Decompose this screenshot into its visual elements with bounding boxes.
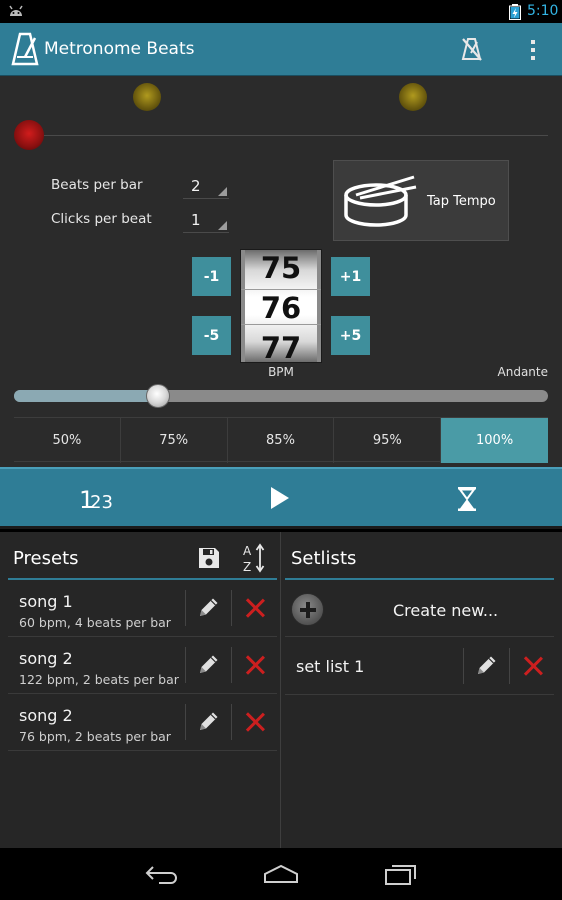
clicks-per-beat-label: Clicks per beat xyxy=(51,211,152,227)
bpm-next-value: 77 xyxy=(260,331,302,365)
svg-text:A: A xyxy=(243,544,252,558)
add-circle-icon xyxy=(291,593,324,626)
count-in-label-twothree: 23 xyxy=(90,492,113,513)
delete-preset-icon[interactable] xyxy=(245,655,265,675)
delete-preset-icon[interactable] xyxy=(245,598,265,618)
mute-metronome-icon[interactable] xyxy=(460,36,484,62)
playback-control-bar: 1 23 xyxy=(0,467,562,529)
presets-title: Presets xyxy=(13,548,79,569)
bpm-current-value: 76 xyxy=(260,291,302,325)
beat-indicator-2 xyxy=(399,83,427,111)
beats-per-bar-select[interactable]: 2 xyxy=(183,173,229,199)
setlists-list: set list 1 xyxy=(285,638,554,758)
speed-percent-2[interactable]: 85% xyxy=(228,418,335,463)
preset-description: 122 bpm, 2 beats per bar xyxy=(19,672,179,687)
minus-5-button[interactable]: -5 xyxy=(192,316,231,355)
row-separator xyxy=(231,647,232,683)
setlists-title: Setlists xyxy=(291,548,357,569)
speed-percent-4[interactable]: 100% xyxy=(441,418,548,463)
plus-1-button[interactable]: +1 xyxy=(331,257,370,296)
delete-setlist-icon[interactable] xyxy=(523,656,543,676)
bpm-label: BPM xyxy=(268,365,294,379)
preset-description: 60 bpm, 4 beats per bar xyxy=(19,615,171,630)
edit-preset-icon[interactable] xyxy=(197,709,221,733)
sort-alphabetical-icon[interactable]: A Z xyxy=(243,543,265,573)
create-setlist-label: Create new... xyxy=(393,601,499,620)
status-bar: 5:10 xyxy=(0,0,562,23)
metronome-logo-icon[interactable] xyxy=(11,32,39,66)
bpm-slider-fill xyxy=(14,390,159,402)
speed-percent-1[interactable]: 75% xyxy=(121,418,228,463)
action-bar: Metronome Beats xyxy=(0,23,562,76)
row-separator xyxy=(509,648,510,684)
presets-list: song 1 60 bpm, 4 beats per bar song 2 122 b… xyxy=(0,580,280,780)
tap-tempo-label: Tap Tempo xyxy=(427,194,496,209)
row-separator xyxy=(185,647,186,683)
back-icon[interactable] xyxy=(145,864,179,884)
recent-apps-icon[interactable] xyxy=(384,862,418,886)
indicator-divider xyxy=(44,135,548,136)
timer-hourglass-icon[interactable] xyxy=(457,486,477,512)
lists-panel: Presets A Z song 1 60 bpm, 4 beats per ba… xyxy=(0,532,562,848)
preset-row[interactable]: song 2 76 bpm, 2 beats per bar xyxy=(8,694,277,751)
minus-1-button[interactable]: -1 xyxy=(192,257,231,296)
preset-description: 76 bpm, 2 beats per bar xyxy=(19,729,171,744)
row-separator xyxy=(231,590,232,626)
edit-setlist-icon[interactable] xyxy=(475,653,499,677)
preset-row[interactable]: song 2 122 bpm, 2 beats per bar xyxy=(8,637,277,694)
row-separator xyxy=(185,704,186,740)
navigation-bar xyxy=(0,848,562,900)
status-time: 5:10 xyxy=(527,3,559,19)
tap-tempo-button[interactable]: Tap Tempo xyxy=(333,160,509,241)
bpm-slider-track[interactable] xyxy=(14,390,548,402)
beat-indicator-1 xyxy=(133,83,161,111)
svg-text:Z: Z xyxy=(243,560,251,573)
panel-divider xyxy=(280,532,281,848)
setlist-row[interactable]: set list 1 xyxy=(285,638,554,695)
overflow-menu-icon[interactable] xyxy=(526,40,540,62)
preset-name: song 2 xyxy=(19,649,73,668)
setlist-name: set list 1 xyxy=(296,657,365,676)
row-separator xyxy=(231,704,232,740)
save-preset-icon[interactable] xyxy=(198,547,220,569)
metronome-panel: Beats per bar 2 Clicks per beat 1 Tap Te… xyxy=(0,76,562,467)
plus-5-button[interactable]: +5 xyxy=(331,316,370,355)
home-icon[interactable] xyxy=(263,864,299,884)
click-indicator xyxy=(14,120,44,150)
speed-percent-3[interactable]: 95% xyxy=(334,418,442,463)
clicks-per-beat-select[interactable]: 1 xyxy=(183,207,229,233)
row-separator xyxy=(185,590,186,626)
app-title: Metronome Beats xyxy=(44,39,195,59)
battery-charging-icon xyxy=(509,4,521,20)
bpm-picker[interactable]: 75 76 77 xyxy=(240,249,322,365)
delete-preset-icon[interactable] xyxy=(245,712,265,732)
android-notification-icon xyxy=(9,5,23,16)
row-separator xyxy=(463,648,464,684)
preset-name: song 2 xyxy=(19,706,73,725)
create-setlist-button[interactable]: Create new... xyxy=(285,580,554,637)
tempo-name: Andante xyxy=(497,365,548,379)
edit-preset-icon[interactable] xyxy=(197,652,221,676)
speed-percent-0[interactable]: 50% xyxy=(14,418,121,463)
preset-name: song 1 xyxy=(19,592,73,611)
speed-percent-bar: 50% 75% 85% 95% 100% xyxy=(14,417,548,463)
preset-row[interactable]: song 1 60 bpm, 4 beats per bar xyxy=(8,580,277,637)
beats-per-bar-label: Beats per bar xyxy=(51,177,143,193)
bpm-prev-value: 75 xyxy=(260,251,302,285)
drum-icon xyxy=(344,175,417,227)
bpm-slider-thumb[interactable] xyxy=(146,384,171,408)
edit-preset-icon[interactable] xyxy=(197,595,221,619)
play-icon[interactable] xyxy=(270,487,290,509)
